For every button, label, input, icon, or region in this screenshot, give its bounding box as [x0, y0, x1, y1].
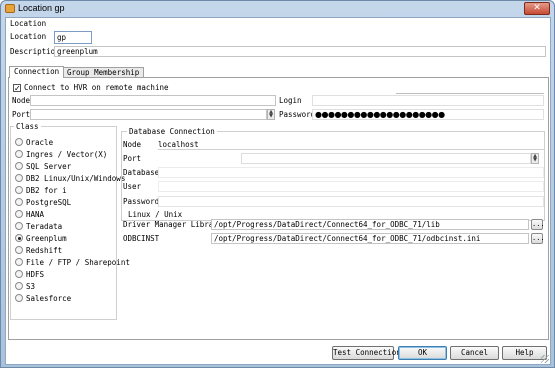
radio-icon	[15, 150, 23, 158]
hvr-remote-checkbox[interactable]: ✓	[13, 84, 21, 93]
radio-selected-icon	[15, 234, 23, 242]
class-option-label: Teradata	[26, 222, 63, 231]
location-label: Location	[10, 32, 47, 41]
radio-icon	[15, 270, 23, 278]
location-group-title: Location	[10, 19, 47, 28]
db-node-underline	[158, 149, 544, 150]
radio-icon	[15, 294, 23, 302]
dialog-body: Location Location gp Description greenpl…	[5, 17, 551, 365]
class-option-redshift[interactable]: Redshift	[15, 246, 62, 256]
resize-grip-icon[interactable]	[541, 355, 549, 363]
driver-manager-library-browse-button[interactable]: ...	[531, 219, 545, 230]
db-connection-group-title: Database Connection	[127, 127, 217, 136]
db-node-label: Node	[123, 140, 142, 149]
class-option-label: DB2 for i	[26, 186, 67, 195]
radio-icon	[15, 258, 23, 266]
password-input[interactable]: ●●●●●●●●●●●●●●●●●●●●	[312, 109, 544, 120]
class-option-label: Salesforce	[26, 294, 72, 303]
odbcinst-label: ODBCINST	[123, 234, 160, 243]
class-option-label: Redshift	[26, 246, 63, 255]
dialog-window: Location gp ✕ Location Location gp Descr…	[0, 0, 555, 368]
driver-manager-library-label: Driver Manager Library	[123, 220, 223, 229]
ok-button[interactable]: OK	[398, 346, 447, 360]
port-spinner[interactable]: ▲ ▼	[267, 109, 275, 120]
db-node-input[interactable]: localhost	[158, 140, 199, 150]
class-option-label: S3	[26, 282, 36, 291]
db-database-label: Database	[123, 168, 160, 177]
port-label: Port	[12, 110, 31, 119]
driver-manager-library-input[interactable]: /opt/Progress/DataDirect/Connect64_for_O…	[211, 219, 529, 230]
class-option-salesforce[interactable]: Salesforce	[15, 294, 71, 304]
db-user-input[interactable]	[158, 181, 544, 192]
login-label: Login	[279, 96, 302, 105]
odbcinst-input[interactable]: /opt/Progress/DataDirect/Connect64_for_O…	[211, 233, 529, 244]
class-option-hana[interactable]: HANA	[15, 210, 44, 220]
class-option-label: PostgreSQL	[26, 198, 72, 207]
db-database-input[interactable]	[158, 167, 544, 178]
db-port-spinner[interactable]: ▲ ▼	[531, 153, 539, 164]
node-label: Node	[12, 96, 31, 105]
port-input[interactable]	[30, 109, 267, 120]
hvr-separator	[396, 93, 544, 94]
odbcinst-browse-button[interactable]: ...	[531, 233, 545, 244]
login-input[interactable]	[312, 95, 544, 106]
radio-icon	[15, 210, 23, 218]
radio-icon	[15, 246, 23, 254]
radio-icon	[15, 174, 23, 182]
class-option-label: Ingres / Vector(X)	[26, 150, 108, 159]
db-password-label: Password	[123, 197, 160, 206]
hvr-remote-label: Connect to HVR on remote machine	[24, 83, 169, 92]
class-option-teradata[interactable]: Teradata	[15, 222, 62, 232]
description-input[interactable]: greenplum	[54, 46, 546, 57]
class-option-label: Oracle	[26, 138, 54, 147]
class-option-label: Greenplum	[26, 234, 67, 243]
class-option-label: HANA	[26, 210, 45, 219]
class-option-hdfs[interactable]: HDFS	[15, 270, 44, 280]
radio-icon	[15, 282, 23, 290]
close-button[interactable]: ✕	[524, 2, 550, 15]
class-option-sql-server[interactable]: SQL Server	[15, 162, 71, 172]
class-group: Class Oracle Ingres / Vector(X) SQL Serv…	[10, 122, 130, 320]
class-option-greenplum[interactable]: Greenplum	[15, 234, 67, 244]
location-input[interactable]: gp	[54, 31, 92, 44]
radio-icon	[15, 138, 23, 146]
db-password-input[interactable]	[158, 196, 544, 207]
class-option-s3[interactable]: S3	[15, 282, 35, 292]
title-bar[interactable]: Location gp ✕	[1, 1, 554, 17]
db-port-input[interactable]	[241, 153, 531, 164]
class-group-title: Class	[14, 122, 41, 131]
linux-unix-group-title: Linux / Unix	[126, 210, 185, 219]
class-option-db2-luw[interactable]: DB2 Linux/Unix/Windows	[15, 174, 125, 184]
db-port-label: Port	[123, 154, 142, 163]
class-option-postgresql[interactable]: PostgreSQL	[15, 198, 71, 208]
class-option-oracle[interactable]: Oracle	[15, 138, 53, 148]
node-input[interactable]	[30, 95, 276, 106]
db-user-label: User	[123, 182, 142, 191]
tab-connection[interactable]: Connection	[9, 66, 65, 78]
class-option-label: File / FTP / Sharepoint	[26, 258, 130, 267]
cancel-button[interactable]: Cancel	[450, 346, 499, 360]
window-title: Location gp	[18, 3, 65, 13]
class-option-file-ftp-sharepoint[interactable]: File / FTP / Sharepoint	[15, 258, 130, 268]
class-option-db2-for-i[interactable]: DB2 for i	[15, 186, 67, 196]
class-option-ingres-vector[interactable]: Ingres / Vector(X)	[15, 150, 107, 160]
radio-icon	[15, 186, 23, 194]
test-connection-button[interactable]: Test Connection	[332, 346, 401, 360]
app-icon	[5, 4, 15, 13]
radio-icon	[15, 198, 23, 206]
class-option-label: HDFS	[26, 270, 45, 279]
class-option-label: SQL Server	[26, 162, 72, 171]
radio-icon	[15, 162, 23, 170]
description-label: Description	[10, 47, 60, 56]
password-label: Password	[279, 110, 316, 119]
radio-icon	[15, 222, 23, 230]
class-option-label: DB2 Linux/Unix/Windows	[26, 174, 126, 183]
